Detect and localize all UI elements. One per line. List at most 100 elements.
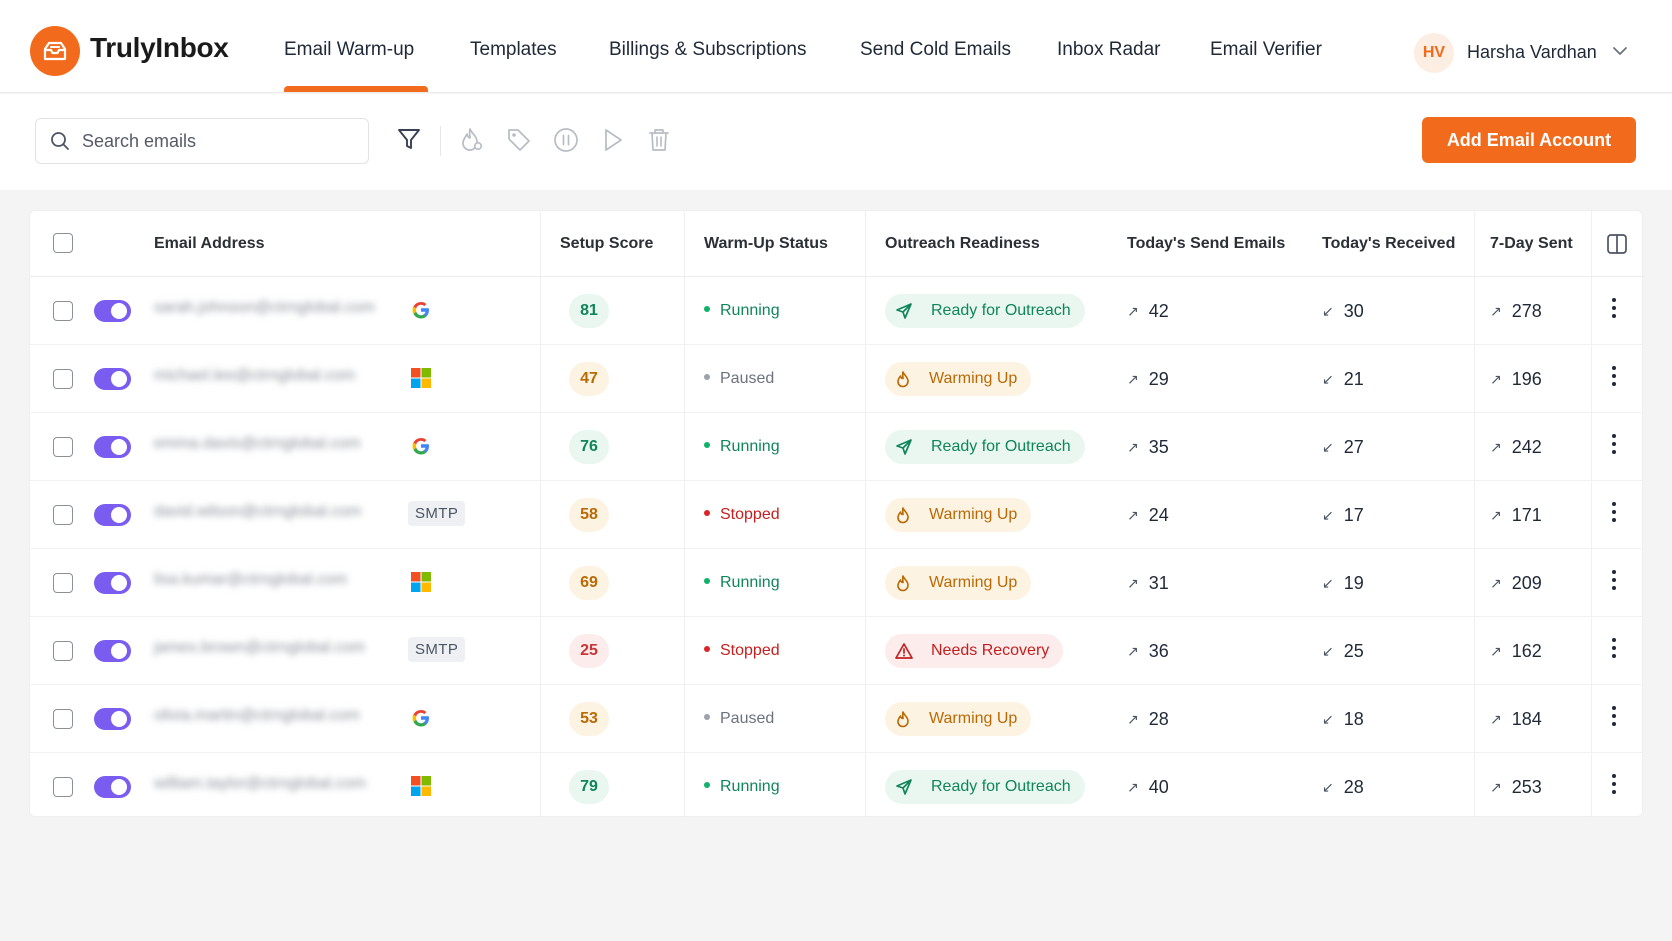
table-row[interactable]: james.brown@ctrnglobal.com SMTP 25 Stopped N… — [30, 617, 1644, 685]
arrow-down-left-icon: ↙ — [1322, 507, 1334, 523]
tab-billings-subscriptions[interactable]: Billings & Subscriptions — [609, 39, 806, 61]
outreach-readiness-label: Warming Up — [929, 574, 1018, 591]
table-row[interactable]: lisa.kumar@ctrnglobal.com 69 Running Warmin… — [30, 549, 1644, 617]
row-checkbox[interactable] — [53, 777, 73, 797]
more-options-icon[interactable] — [1611, 638, 1617, 662]
row-checkbox[interactable] — [53, 437, 73, 457]
more-options-icon[interactable] — [1611, 298, 1617, 322]
row-checkbox[interactable] — [53, 505, 73, 525]
toolbar: Add Email Account — [0, 94, 1672, 190]
today-send-count: ↗ 35 — [1127, 437, 1169, 458]
more-options-icon[interactable] — [1611, 366, 1617, 390]
toolbar-divider — [440, 126, 441, 156]
arrow-up-right-icon: ↗ — [1127, 711, 1139, 727]
column-header-7-day-sent[interactable]: 7-Day Sent — [1490, 235, 1573, 253]
warmup-toggle[interactable] — [94, 504, 131, 526]
warmup-status: Stopped — [704, 506, 780, 524]
more-options-icon[interactable] — [1611, 570, 1617, 594]
arrow-down-left-icon: ↙ — [1322, 439, 1334, 455]
outreach-readiness-badge: Warming Up — [885, 566, 1032, 600]
search-box[interactable] — [35, 118, 369, 164]
more-options-icon[interactable] — [1611, 706, 1617, 730]
row-checkbox[interactable] — [53, 573, 73, 593]
warmup-toggle[interactable] — [94, 368, 131, 390]
warmup-status-label: Paused — [720, 710, 775, 727]
today-received-count: ↙ 18 — [1322, 709, 1364, 730]
setup-score-badge: 79 — [569, 770, 609, 804]
microsoft-icon — [410, 367, 432, 394]
today-send-count: ↗ 28 — [1127, 709, 1169, 730]
table-row[interactable]: david.wilson@ctrnglobal.com SMTP 58 Stopped… — [30, 481, 1644, 549]
email-address: david.wilson@ctrnglobal.com — [154, 503, 362, 520]
outreach-readiness-badge: Needs Recovery — [885, 634, 1064, 668]
play-icon[interactable] — [599, 126, 627, 159]
outreach-readiness-label: Ready for Outreach — [931, 778, 1071, 795]
add-email-account-button[interactable]: Add Email Account — [1422, 117, 1636, 163]
tab-email-warm-up[interactable]: Email Warm-up — [284, 39, 414, 61]
row-checkbox[interactable] — [53, 301, 73, 321]
avatar[interactable]: HV — [1414, 33, 1454, 73]
column-header-email[interactable]: Email Address — [154, 235, 265, 253]
seven-day-sent-count: ↗ 196 — [1490, 369, 1542, 390]
user-name[interactable]: Harsha Vardhan — [1467, 42, 1597, 63]
column-header-today-send[interactable]: Today's Send Emails — [1127, 235, 1285, 253]
search-input[interactable] — [82, 119, 362, 163]
arrow-up-right-icon: ↗ — [1490, 371, 1502, 387]
flame-settings-icon[interactable] — [458, 126, 486, 159]
pause-icon[interactable] — [552, 126, 580, 159]
chevron-down-icon[interactable] — [1612, 44, 1628, 62]
google-icon — [410, 707, 432, 734]
seven-day-sent-value: 209 — [1511, 573, 1542, 593]
warmup-toggle[interactable] — [94, 300, 131, 322]
column-header-setup-score[interactable]: Setup Score — [560, 235, 653, 253]
table-row[interactable]: william.taylor@ctrnglobal.com 79 Running Re… — [30, 753, 1644, 821]
warmup-toggle[interactable] — [94, 776, 131, 798]
smtp-badge: SMTP — [408, 501, 466, 526]
status-dot — [704, 441, 710, 448]
microsoft-icon — [410, 571, 432, 598]
outreach-readiness-label: Needs Recovery — [931, 642, 1050, 659]
arrow-up-right-icon: ↗ — [1127, 439, 1139, 455]
table-row[interactable]: olivia.martin@ctrnglobal.com 53 Paused Warm… — [30, 685, 1644, 753]
table-row[interactable]: sarah.johnson@ctrnglobal.com 81 Running Rea… — [30, 277, 1644, 345]
columns-layout-icon[interactable] — [1606, 233, 1628, 260]
setup-score-badge: 47 — [569, 362, 609, 396]
warmup-status: Paused — [704, 710, 774, 728]
seven-day-sent-count: ↗ 278 — [1490, 301, 1542, 322]
tab-send-cold-emails[interactable]: Send Cold Emails — [860, 39, 1011, 61]
warmup-toggle[interactable] — [94, 708, 131, 730]
warmup-toggle[interactable] — [94, 572, 131, 594]
tab-templates[interactable]: Templates — [470, 39, 557, 61]
column-header-outreach-readiness[interactable]: Outreach Readiness — [885, 235, 1040, 253]
arrow-down-left-icon: ↙ — [1322, 711, 1334, 727]
column-header-today-received[interactable]: Today's Received — [1322, 235, 1455, 253]
table-row[interactable]: michael.lee@ctrnglobal.com 47 Paused Warmin… — [30, 345, 1644, 413]
seven-day-sent-value: 253 — [1511, 777, 1542, 797]
tab-inbox-radar[interactable]: Inbox Radar — [1057, 39, 1161, 61]
more-options-icon[interactable] — [1611, 434, 1617, 458]
warmup-toggle[interactable] — [94, 640, 131, 662]
tag-icon[interactable] — [505, 126, 533, 159]
table-row[interactable]: emma.davis@ctrnglobal.com 76 Running Ready … — [30, 413, 1644, 481]
select-all-checkbox[interactable] — [53, 233, 73, 253]
today-received-value: 27 — [1343, 437, 1364, 457]
warmup-toggle[interactable] — [94, 436, 131, 458]
email-address: sarah.johnson@ctrnglobal.com — [154, 299, 375, 316]
arrow-up-right-icon: ↗ — [1127, 371, 1139, 387]
status-dot — [704, 781, 710, 788]
column-header-warm-up-status[interactable]: Warm-Up Status — [704, 235, 828, 253]
row-checkbox[interactable] — [53, 369, 73, 389]
today-received-count: ↙ 19 — [1322, 573, 1364, 594]
more-options-icon[interactable] — [1611, 774, 1617, 798]
flame-icon — [895, 506, 920, 524]
outreach-readiness-badge: Warming Up — [885, 498, 1032, 532]
email-address: lisa.kumar@ctrnglobal.com — [154, 571, 348, 588]
smtp-badge: SMTP — [408, 637, 466, 662]
row-checkbox[interactable] — [53, 709, 73, 729]
more-options-icon[interactable] — [1611, 502, 1617, 526]
row-checkbox[interactable] — [53, 641, 73, 661]
trash-icon[interactable] — [645, 126, 673, 159]
status-dot — [704, 509, 710, 516]
tab-email-verifier[interactable]: Email Verifier — [1210, 39, 1322, 61]
filter-icon[interactable] — [396, 126, 422, 157]
